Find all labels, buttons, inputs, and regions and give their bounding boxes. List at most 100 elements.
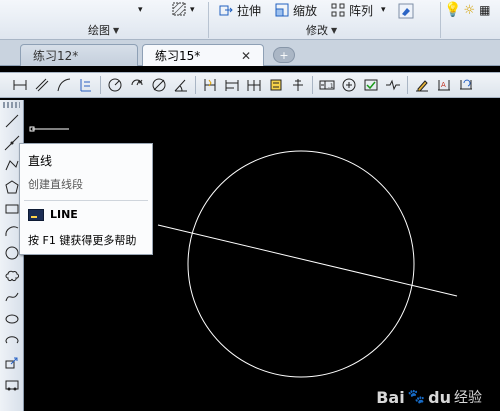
ordinate-dimension-icon	[80, 79, 91, 92]
array-button[interactable]: 阵列 ▾	[328, 1, 389, 19]
panel-expand-icon: ▼	[331, 25, 338, 35]
aligned-dimension-icon	[35, 78, 49, 92]
modify-panel-label[interactable]: 修改 ▼	[306, 22, 337, 38]
dimension-edit-button[interactable]	[412, 75, 432, 95]
aligned-dimension-button[interactable]	[32, 75, 52, 95]
toolbar-separator	[100, 76, 101, 94]
dimension-space-icon	[270, 79, 282, 91]
ribbon: ▾ ▾ 拉伸 缩放 阵列 ▾ 💡 ☼ ▦ 绘图 ▼ 修改 ▼	[0, 0, 500, 40]
modify-panel-row: 拉伸 缩放 阵列 ▾	[216, 0, 415, 20]
arc-length-icon	[57, 78, 71, 92]
jogged-dimension-button[interactable]	[127, 75, 147, 95]
stretch-button[interactable]: 拉伸	[216, 1, 264, 19]
quick-icons-row: 💡 ☼ ▦	[444, 0, 490, 20]
ellipse-icon	[5, 314, 19, 324]
tooltip-help: 按 F1 键获得更多帮助	[28, 234, 137, 247]
sun-icon[interactable]: ☼	[463, 3, 475, 18]
document-tab-bar: 练习12* 练习15* ✕ +	[0, 40, 500, 66]
stretch-icon	[219, 3, 233, 17]
lightbulb-icon[interactable]: 💡	[444, 2, 461, 18]
ellipse-button[interactable]	[2, 308, 22, 330]
tooltip-title: 直线	[28, 154, 53, 168]
line-button[interactable]	[2, 110, 22, 132]
hatch-button[interactable]: ▾	[172, 0, 195, 20]
linear-dimension-icon	[13, 80, 27, 90]
arc-icon	[5, 226, 19, 237]
watermark-brand: Bai	[376, 387, 405, 407]
linear-dimension-button[interactable]	[10, 75, 30, 95]
dropdown-arrow-icon[interactable]: ▾	[381, 5, 386, 15]
spline-icon	[5, 292, 19, 302]
quick-dimension-button[interactable]	[200, 75, 220, 95]
draw-panel-row: ▾	[138, 0, 143, 20]
draw-panel-text: 绘图	[88, 24, 110, 37]
modify-panel-text: 修改	[306, 24, 328, 37]
tab-label: 练习15*	[155, 49, 201, 63]
angular-dimension-button[interactable]	[171, 75, 191, 95]
polyline-icon	[5, 160, 19, 171]
paw-icon: 🐾	[407, 389, 426, 405]
inspect-button[interactable]	[361, 75, 381, 95]
hatch-icon	[172, 2, 186, 19]
radius-dimension-button[interactable]	[105, 75, 125, 95]
command-line-icon	[28, 208, 44, 221]
tab-drawing-15[interactable]: 练习15* ✕	[142, 44, 264, 66]
tooltip-divider	[24, 200, 148, 201]
close-icon[interactable]: ✕	[241, 49, 251, 63]
dimension-space-button[interactable]	[266, 75, 286, 95]
svg-text:A: A	[441, 81, 446, 89]
watermark: Bai 🐾 du 经验	[376, 387, 482, 407]
jogged-linear-icon	[386, 79, 400, 91]
tab-label: 练习12*	[33, 49, 79, 63]
ellipse-arc-button[interactable]	[2, 330, 22, 352]
new-tab-button[interactable]: +	[273, 47, 295, 63]
dropdown-arrow-icon[interactable]: ▾	[138, 5, 143, 15]
tooltip-description: 创建直线段	[28, 178, 83, 191]
layer-icon[interactable]: ▦	[479, 3, 490, 17]
construction-line-icon	[4, 135, 20, 151]
panel-expand-icon: ▼	[113, 25, 120, 35]
continue-dimension-icon	[247, 80, 261, 91]
toolbar-separator	[195, 76, 196, 94]
scale-button[interactable]: 缩放	[272, 1, 320, 19]
inspect-icon	[364, 79, 378, 91]
ordinate-dimension-button[interactable]	[76, 75, 96, 95]
continue-dimension-button[interactable]	[244, 75, 264, 95]
tab-drawing-12[interactable]: 练习12*	[20, 44, 138, 66]
center-mark-button[interactable]	[339, 75, 359, 95]
polygon-icon	[5, 180, 19, 194]
eraser-icon	[398, 3, 414, 19]
tolerance-button[interactable]: .1	[317, 75, 337, 95]
line-tooltip: 直线 创建直线段 LINE 按 F1 键获得更多帮助	[19, 143, 153, 255]
insert-block-button[interactable]	[2, 352, 22, 374]
dropdown-arrow-icon[interactable]: ▾	[190, 5, 195, 15]
dimension-break-button[interactable]	[288, 75, 308, 95]
baseline-dimension-button[interactable]	[222, 75, 242, 95]
dimension-update-button[interactable]	[456, 75, 476, 95]
tooltip-command-row: LINE	[28, 208, 78, 221]
make-block-button[interactable]	[2, 374, 22, 396]
scale-icon	[275, 3, 289, 17]
line-icon	[5, 114, 19, 128]
watermark-brand-suffix: du	[428, 387, 451, 407]
draw-panel-label[interactable]: 绘图 ▼	[88, 22, 119, 38]
jogged-linear-button[interactable]	[383, 75, 403, 95]
rectangle-icon	[5, 204, 19, 214]
dimension-update-icon	[460, 79, 472, 90]
center-mark-icon	[342, 78, 356, 92]
radius-dimension-icon	[108, 78, 122, 92]
diameter-dimension-button[interactable]	[149, 75, 169, 95]
spline-button[interactable]	[2, 286, 22, 308]
erase-button[interactable]	[395, 1, 415, 19]
make-block-icon	[5, 380, 19, 391]
revision-cloud-button[interactable]	[2, 264, 22, 286]
revision-cloud-icon	[5, 270, 19, 281]
arc-length-button[interactable]	[54, 75, 74, 95]
panel-separator	[208, 2, 209, 38]
dimension-text-edit-button[interactable]: A	[434, 75, 454, 95]
drawn-line	[157, 224, 458, 297]
angular-dimension-icon	[174, 79, 187, 92]
array-label: 阵列	[349, 3, 374, 18]
toolbar-grip[interactable]	[3, 102, 20, 108]
quick-dimension-icon	[204, 79, 216, 91]
